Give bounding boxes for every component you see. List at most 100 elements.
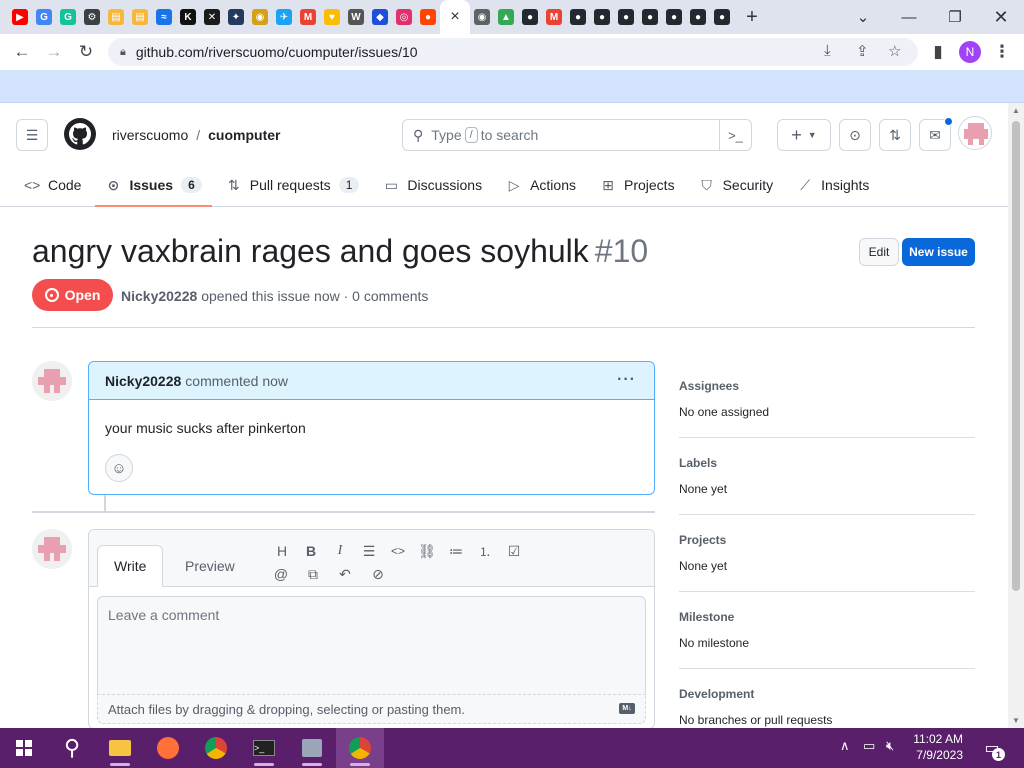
repo-owner-link[interactable]: riverscuomo xyxy=(112,127,188,143)
sidebar-projects[interactable]: Projects None yet xyxy=(679,515,975,592)
browser-tab[interactable]: ● xyxy=(518,0,542,34)
italic-icon[interactable]: I xyxy=(330,541,350,561)
quote-icon[interactable]: ☰ xyxy=(359,541,379,561)
browser-tab[interactable]: G xyxy=(32,0,56,34)
browser-tab[interactable]: W xyxy=(344,0,368,34)
browser-tab[interactable]: ● xyxy=(662,0,686,34)
new-issue-button[interactable]: New issue xyxy=(902,238,975,266)
cross-reference-icon[interactable]: ⧉ xyxy=(303,564,323,584)
minimize-icon[interactable]: — xyxy=(886,0,932,34)
sidebar-assignees[interactable]: Assignees No one assigned xyxy=(679,361,975,438)
install-icon[interactable]: ⤓ xyxy=(824,42,831,59)
issues-icon[interactable]: ⊙ xyxy=(839,119,871,151)
tab-projects[interactable]: ⊞ Projects xyxy=(590,163,685,207)
ordered-list-icon[interactable]: ⒈ xyxy=(475,541,495,561)
new-tab-button[interactable]: + xyxy=(734,0,770,34)
show-hidden-icons-icon[interactable]: ∧ xyxy=(840,738,850,754)
browser-tab[interactable]: ▲ xyxy=(494,0,518,34)
create-new-button[interactable]: + ▼ xyxy=(777,119,831,151)
close-tab-icon[interactable]: × xyxy=(450,8,459,26)
browser-tab[interactable]: ● xyxy=(638,0,662,34)
github-logo-icon[interactable] xyxy=(64,118,96,150)
tab-security[interactable]: ⛉ Security xyxy=(689,163,784,207)
browser-tab[interactable]: M xyxy=(542,0,566,34)
sidebar-milestone[interactable]: Milestone No milestone xyxy=(679,592,975,669)
back-icon[interactable]: ← xyxy=(6,36,38,68)
restore-icon[interactable]: ❐ xyxy=(932,0,978,34)
tab-issues[interactable]: ⊙ Issues 6 xyxy=(95,163,213,207)
avatar[interactable] xyxy=(32,361,72,401)
comment-author-link[interactable]: Nicky20228 xyxy=(105,373,181,389)
browser-tab[interactable]: ▶ xyxy=(8,0,32,34)
browser-tab[interactable]: K xyxy=(176,0,200,34)
browser-tab[interactable]: ✕ xyxy=(200,0,224,34)
network-icon[interactable]: ▭ xyxy=(863,738,875,754)
code-icon[interactable]: <> xyxy=(388,541,408,561)
link-icon[interactable]: ⛓ xyxy=(417,541,437,561)
close-window-icon[interactable]: ✕ xyxy=(978,0,1024,34)
browser-tab[interactable]: ● xyxy=(590,0,614,34)
scroll-thumb[interactable] xyxy=(1012,121,1020,591)
mention-icon[interactable]: @ xyxy=(271,564,291,584)
tab-preview[interactable]: Preview xyxy=(169,545,251,587)
task-list-icon[interactable]: ☑ xyxy=(504,541,524,561)
browser-tab[interactable]: ≈ xyxy=(152,0,176,34)
windows-start-icon[interactable] xyxy=(0,728,48,768)
volume-muted-icon[interactable]: 🔇︎ xyxy=(886,738,894,754)
system-clock[interactable]: 11:02 AM 7/9/2023 xyxy=(905,731,963,763)
edit-button[interactable]: Edit xyxy=(859,238,899,266)
browser-tab[interactable]: ● xyxy=(416,0,440,34)
tab-actions[interactable]: ▷ Actions xyxy=(496,163,586,207)
chrome-profile-icon[interactable] xyxy=(336,728,384,768)
reload-icon[interactable]: ↻ xyxy=(70,36,102,68)
forward-icon[interactable]: → xyxy=(38,36,70,68)
sidebar-labels[interactable]: Labels None yet xyxy=(679,438,975,515)
browser-tab[interactable]: ✈ xyxy=(272,0,296,34)
browser-tab[interactable]: ◎ xyxy=(392,0,416,34)
browser-tab[interactable]: M xyxy=(296,0,320,34)
browser-tab[interactable]: ◉ xyxy=(248,0,272,34)
comment-textarea[interactable] xyxy=(97,596,646,695)
bold-icon[interactable]: B xyxy=(301,541,321,561)
browser-tab[interactable]: ▤ xyxy=(104,0,128,34)
heading-icon[interactable]: H xyxy=(272,541,292,561)
file-explorer-icon[interactable] xyxy=(96,728,144,768)
markdown-icon[interactable]: M↓ xyxy=(619,703,635,714)
chrome-icon[interactable] xyxy=(192,728,240,768)
scroll-up-icon[interactable]: ▲ xyxy=(1012,106,1020,115)
firefox-icon[interactable] xyxy=(144,728,192,768)
address-bar[interactable]: 🔒︎ github.com/riverscuomo/cuomputer/issu… xyxy=(108,38,918,66)
active-tab[interactable]: × xyxy=(440,0,470,34)
search-icon[interactable]: ⚲ xyxy=(48,728,96,768)
attach-files-bar[interactable]: Attach files by dragging & dropping, sel… xyxy=(97,694,646,724)
share-icon[interactable]: ⇪ xyxy=(856,42,869,60)
side-panel-icon[interactable]: ▮ xyxy=(922,36,954,68)
unordered-list-icon[interactable]: ≔ xyxy=(446,541,466,561)
profile-avatar[interactable]: N xyxy=(959,41,981,63)
pull-requests-icon[interactable]: ⇅ xyxy=(879,119,911,151)
issue-author-link[interactable]: Nicky20228 xyxy=(121,288,197,304)
smiley-icon[interactable]: ☺ xyxy=(105,454,133,482)
avatar[interactable] xyxy=(32,529,72,569)
action-center-icon[interactable]: ▭ 1 xyxy=(981,737,1005,761)
browser-tab[interactable]: ◉ xyxy=(470,0,494,34)
bookmark-star-icon[interactable]: ☆ xyxy=(888,42,901,60)
browser-tab[interactable]: ⚙ xyxy=(80,0,104,34)
terminal-icon[interactable]: >_ xyxy=(240,728,288,768)
user-avatar[interactable] xyxy=(958,116,992,150)
browser-tab[interactable]: ● xyxy=(686,0,710,34)
page-scrollbar[interactable]: ▲ ▼ xyxy=(1008,103,1024,728)
browser-tab[interactable]: ● xyxy=(566,0,590,34)
tab-write[interactable]: Write xyxy=(97,545,164,587)
search-input[interactable]: ⚲ Type / to search >_ xyxy=(402,119,752,151)
browser-tab[interactable]: ♥ xyxy=(320,0,344,34)
scroll-down-icon[interactable]: ▼ xyxy=(1012,716,1020,725)
hamburger-menu-icon[interactable]: ☰ xyxy=(16,119,48,151)
tab-search-chevron-icon[interactable]: ⌄ xyxy=(840,0,886,34)
tab-insights[interactable]: ⟋ Insights xyxy=(787,163,879,207)
app-icon[interactable] xyxy=(288,728,336,768)
slash-commands-icon[interactable]: ⊘ xyxy=(368,564,388,584)
tab-code[interactable]: <> Code xyxy=(14,163,91,207)
tab-pull-requests[interactable]: ⇅ Pull requests 1 xyxy=(216,163,370,207)
menu-kebab-icon[interactable]: ⋮ xyxy=(986,36,1018,68)
